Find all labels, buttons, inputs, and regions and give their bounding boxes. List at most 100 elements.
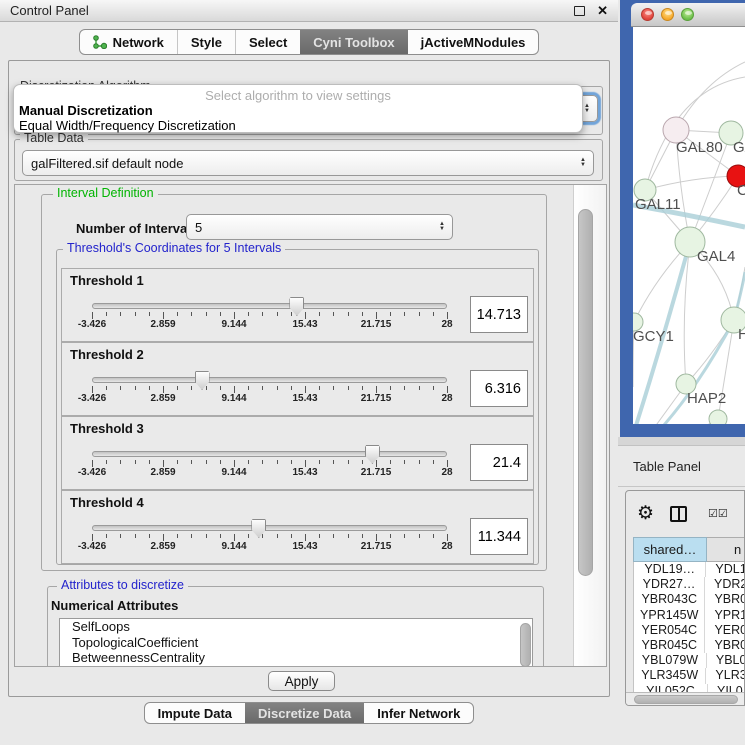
table-row[interactable]: YBR043CYBR0 — [634, 592, 745, 607]
threshold-slider-thumb[interactable] — [251, 519, 266, 538]
gear-icon[interactable]: ⚙ — [637, 504, 654, 523]
threshold-slider-track[interactable] — [92, 525, 447, 531]
horizontal-scrollbar-thumb[interactable] — [634, 695, 738, 704]
dropdown-option-manual[interactable]: Manual Discretization — [19, 103, 153, 118]
tab-style[interactable]: Style — [177, 30, 235, 54]
window-minimize-button[interactable] — [661, 8, 674, 21]
tick-label: 9.144 — [209, 541, 259, 552]
threshold-slider-track[interactable] — [92, 451, 447, 457]
minor-tick — [362, 312, 363, 316]
cell-name: YLR3 — [706, 668, 745, 683]
tick-label: 9.144 — [209, 467, 259, 478]
table-row[interactable]: YPR145WYPR1 — [634, 608, 745, 623]
minor-tick — [262, 460, 263, 464]
minor-tick — [248, 312, 249, 316]
vertical-scrollbar-thumb[interactable] — [578, 209, 593, 576]
threshold-value-field[interactable] — [470, 518, 528, 555]
combo-stepper-icon: ▲▼ — [439, 222, 445, 232]
window-close-button[interactable] — [641, 8, 654, 21]
minor-tick — [262, 312, 263, 316]
split-columns-icon[interactable] — [670, 506, 687, 522]
dropdown-placeholder[interactable]: Select algorithm to view settings — [14, 88, 582, 103]
table-row[interactable]: YLR345WYLR3 — [634, 668, 745, 683]
number-of-intervals-combobox[interactable]: 5 ▲▼ — [186, 214, 453, 240]
tick-label: 28 — [422, 393, 472, 404]
tab-impute-data[interactable]: Impute Data — [145, 703, 245, 723]
attributes-scrollbar-thumb[interactable] — [520, 623, 531, 667]
dropdown-option-equal-width[interactable]: Equal Width/Frequency Discretization — [19, 118, 236, 133]
threshold-slider-track[interactable] — [92, 377, 447, 383]
tab-cyni-toolbox[interactable]: Cyni Toolbox — [300, 30, 407, 54]
tick-label: 21.715 — [351, 541, 401, 552]
cell-name: YDL1 — [706, 562, 745, 577]
threshold-slider-track[interactable] — [92, 303, 447, 309]
control-panel-titlebar: Control Panel ✕ — [0, 0, 618, 22]
network-edge — [676, 62, 745, 130]
threshold-value-field[interactable] — [470, 296, 528, 333]
network-canvas[interactable]: GAL80GACGAL11GAL4GCY1HHAP2 — [633, 27, 745, 424]
minor-tick — [390, 386, 391, 390]
major-tick — [376, 460, 377, 467]
tab-network[interactable]: Network — [80, 30, 177, 54]
select-columns-icon[interactable]: ☑☑ — [708, 507, 728, 520]
table-row[interactable]: YER054CYER0 — [634, 623, 745, 638]
float-window-icon[interactable] — [574, 6, 585, 16]
table-data-combobox-value: galFiltered.sif default node — [31, 156, 580, 171]
tab-discretize-data[interactable]: Discretize Data — [245, 703, 364, 723]
number-of-intervals-label: Number of Intervals — [76, 221, 198, 236]
table-row[interactable]: YDR27…YDR2 — [634, 577, 745, 592]
threshold-slider-thumb[interactable] — [195, 371, 210, 390]
attribute-list-item[interactable]: BetweennessCentrality — [60, 650, 532, 666]
minor-tick — [120, 386, 121, 390]
network-window-titlebar[interactable] — [631, 3, 745, 27]
column-header-name[interactable]: n — [707, 537, 745, 562]
numerical-attributes-list[interactable]: SelfLoopsTopologicalCoefficientBetweenne… — [59, 618, 533, 667]
tab-jactivemnodules[interactable]: jActiveMNodules — [408, 30, 539, 54]
horizontal-scrollbar-track[interactable] — [626, 692, 745, 705]
minor-tick — [404, 386, 405, 390]
threshold-slider-thumb[interactable] — [365, 445, 380, 464]
window-zoom-button[interactable] — [681, 8, 694, 21]
minor-tick — [191, 534, 192, 538]
table-row[interactable]: YIL052CYIL0 — [634, 684, 745, 693]
table-row[interactable]: YBR045CYBR0 — [634, 638, 745, 653]
table-row[interactable]: YBL079WYBL0 — [634, 653, 745, 668]
attribute-list-item[interactable]: TopologicalCoefficient — [60, 635, 532, 651]
tick-label: 9.144 — [209, 393, 259, 404]
apply-button[interactable]: Apply — [268, 671, 335, 691]
minor-tick — [404, 460, 405, 464]
column-header-shared[interactable]: shared… — [633, 537, 707, 562]
minor-tick — [404, 534, 405, 538]
table-data-combobox[interactable]: galFiltered.sif default node ▲▼ — [22, 150, 594, 176]
top-tab-group: Network Style Select Cyni Toolbox jActiv… — [79, 29, 540, 55]
minor-tick — [277, 386, 278, 390]
cell-name: YIL0 — [708, 684, 743, 693]
tick-label: 21.715 — [351, 319, 401, 330]
node-label: HAP2 — [687, 390, 726, 407]
minor-tick — [348, 386, 349, 390]
threshold-panel-1: Threshold 1-3.4262.8599.14415.4321.71528 — [61, 268, 534, 342]
threshold-value-field[interactable] — [470, 444, 528, 481]
tab-infer-network-label: Infer Network — [377, 706, 460, 721]
network-icon — [93, 35, 107, 49]
threshold-panel-4: Threshold 4-3.4262.8599.14415.4321.71528 — [61, 490, 534, 564]
major-tick — [447, 534, 448, 541]
tab-select-label: Select — [249, 35, 287, 50]
threshold-value-field[interactable] — [470, 370, 528, 407]
minor-tick — [206, 386, 207, 390]
attribute-list-item[interactable]: SelfLoops — [60, 619, 532, 635]
table-data-group-label: Table Data — [20, 132, 88, 145]
close-icon[interactable]: ✕ — [597, 6, 608, 16]
thresholds-group-label: Threshold's Coordinates for 5 Intervals — [63, 242, 285, 255]
minor-tick — [248, 386, 249, 390]
minor-tick — [277, 534, 278, 538]
tab-select[interactable]: Select — [235, 30, 300, 54]
minor-tick — [206, 312, 207, 316]
top-tab-row: Network Style Select Cyni Toolbox jActiv… — [0, 29, 618, 55]
network-node[interactable] — [709, 410, 727, 424]
minor-tick — [120, 312, 121, 316]
cell-shared-name: YBR043C — [634, 592, 705, 607]
combo-stepper-icon: ▲▼ — [584, 104, 590, 114]
tab-infer-network[interactable]: Infer Network — [364, 703, 473, 723]
table-row[interactable]: YDL19…YDL1 — [634, 562, 745, 577]
